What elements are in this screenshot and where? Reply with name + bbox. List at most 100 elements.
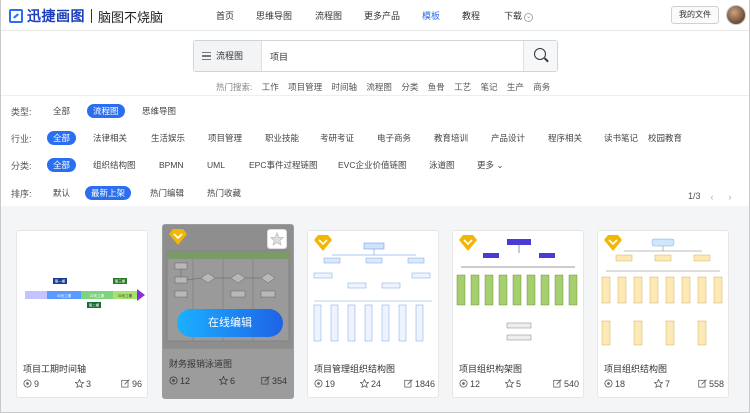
stars-count: 3 <box>86 379 92 389</box>
filter-option[interactable]: 教育培训 <box>428 131 474 145</box>
filter-option[interactable]: 考研考证 <box>314 131 360 145</box>
filter-option[interactable]: 电子商务 <box>371 131 417 145</box>
nav-flowchart[interactable]: 流程图 <box>315 9 342 22</box>
edits-count: 1846 <box>415 379 436 389</box>
filter-option[interactable]: 产品设计 <box>485 131 531 145</box>
template-card[interactable]: 第一期 40天工期 20天工期 第三期 30天工期 第二期 项目工期时间轴 9 … <box>16 230 148 398</box>
sort-option[interactable]: 热门收藏 <box>201 186 247 200</box>
filter-option[interactable]: 校园教育 <box>642 131 688 145</box>
stars-stat[interactable]: 5 <box>505 379 521 389</box>
stars-count: 7 <box>665 379 671 389</box>
views-count: 12 <box>470 379 481 389</box>
hot-keyword[interactable]: 项目管理 <box>288 82 322 92</box>
hot-keyword[interactable]: 商务 <box>533 82 550 92</box>
filter-option[interactable]: 程序相关 <box>542 131 588 145</box>
filter-option[interactable]: 生活娱乐 <box>145 131 191 145</box>
stars-count: 5 <box>516 379 522 389</box>
filter-option-selected[interactable]: 全部 <box>47 158 77 172</box>
nav-more-products[interactable]: 更多产品 <box>364 9 400 22</box>
filter-row-sort: 排序: 默认 最新上架 热门编辑 热门收藏 <box>1 182 749 204</box>
timeline-diagram: 第一期 40天工期 20天工期 第三期 30天工期 第二期 <box>25 278 145 308</box>
user-avatar[interactable] <box>726 5 746 25</box>
vip-badge-icon <box>604 235 622 251</box>
search-type-label: 流程图 <box>216 51 244 61</box>
edit-icon <box>121 379 130 388</box>
filter-option[interactable]: 泳道图 <box>423 158 461 172</box>
hot-keyword[interactable]: 鱼骨 <box>428 82 445 92</box>
views-stat: 12 <box>169 376 190 386</box>
vip-badge-icon <box>314 235 332 251</box>
hot-keyword[interactable]: 生产 <box>507 82 524 92</box>
filter-option[interactable]: 法律相关 <box>87 131 133 145</box>
search-type-select[interactable]: 流程图 <box>194 41 262 71</box>
nav-mindmap[interactable]: 思维导图 <box>256 9 292 22</box>
search-box: 流程图 <box>193 40 558 72</box>
pager-text: 1/3 <box>688 191 701 201</box>
template-card[interactable]: 项目组织构架图 12 5 540 <box>452 230 584 398</box>
star-icon <box>75 379 84 388</box>
filter-option[interactable]: 全部 <box>47 104 76 118</box>
nav-templates[interactable]: 模板 <box>422 9 440 22</box>
hot-keyword[interactable]: 工艺 <box>454 82 471 92</box>
stars-stat[interactable]: 7 <box>654 379 670 389</box>
template-card-hovered[interactable]: 在线编辑 财务报销泳道图 12 6 354 <box>162 224 294 399</box>
org-chart-thumbnail <box>453 231 583 351</box>
stars-stat[interactable]: 3 <box>75 379 91 389</box>
card-stats: 12 5 540 <box>453 379 583 391</box>
hot-keyword[interactable]: 笔记 <box>480 82 497 92</box>
filter-option[interactable]: UML <box>201 158 231 172</box>
sort-option[interactable]: 热门编辑 <box>144 186 190 200</box>
org-chart-thumbnail <box>598 231 728 351</box>
vip-badge-icon <box>169 229 187 245</box>
filter-option[interactable]: BPMN <box>153 158 190 172</box>
views-stat: 19 <box>314 379 335 389</box>
card-title: 项目管理组织结构图 <box>314 364 396 374</box>
nav-home[interactable]: 首页 <box>216 9 234 22</box>
filter-option[interactable]: 项目管理 <box>202 131 248 145</box>
edit-icon <box>404 379 413 388</box>
filter-option[interactable]: EPC事件过程链图 <box>243 158 323 172</box>
filter-option-selected[interactable]: 全部 <box>47 131 77 145</box>
filter-option[interactable]: 职业技能 <box>259 131 305 145</box>
timeline-thumbnail: 第一期 40天工期 20天工期 第三期 30天工期 第二期 <box>17 231 147 351</box>
eye-icon <box>314 379 323 388</box>
prev-page-button[interactable]: ‹ <box>706 191 718 203</box>
favorite-button[interactable] <box>267 229 287 249</box>
edits-count: 558 <box>709 379 725 389</box>
edits-count: 540 <box>564 379 580 389</box>
swimlane-thumbnail: 在线编辑 <box>163 225 293 349</box>
hot-keyword[interactable]: 流程图 <box>366 82 392 92</box>
stars-stat[interactable]: 24 <box>360 379 381 389</box>
edits-count: 96 <box>132 379 143 389</box>
org-chart-thumbnail <box>308 231 438 351</box>
filter-option[interactable]: 思维导图 <box>136 104 182 118</box>
filter-more[interactable]: 更多 ⌄ <box>471 158 510 172</box>
edit-online-button[interactable]: 在线编辑 <box>177 309 283 337</box>
sort-option-selected[interactable]: 最新上架 <box>85 186 132 200</box>
filter-more-label: 更多 <box>477 160 495 170</box>
hot-keyword[interactable]: 工作 <box>262 82 279 92</box>
hot-keyword[interactable]: 时间轴 <box>332 82 358 92</box>
hot-keyword[interactable]: 分类 <box>401 82 418 92</box>
search-input[interactable] <box>270 47 510 65</box>
nav-tutorials[interactable]: 教程 <box>462 9 480 22</box>
filter-option[interactable]: EVC企业价值链图 <box>332 158 412 172</box>
template-card[interactable]: 项目组织结构图 18 7 558 <box>597 230 729 398</box>
my-files-button[interactable]: 我的文件 <box>671 6 719 24</box>
stars-stat[interactable]: 6 <box>219 376 235 386</box>
star-icon <box>219 376 228 385</box>
edits-stat: 96 <box>121 379 142 389</box>
filter-option-selected[interactable]: 流程图 <box>87 104 125 118</box>
edits-stat: 540 <box>553 379 579 389</box>
nav-download[interactable]: 下载 ⌄ <box>504 9 534 22</box>
search-icon[interactable] <box>523 41 557 71</box>
eye-icon <box>23 379 32 388</box>
filter-option[interactable]: 读书笔记 <box>598 131 644 145</box>
filter-label: 分类: <box>11 161 32 171</box>
hot-searches-label: 热门搜索: <box>216 82 253 92</box>
next-page-button[interactable]: › <box>724 191 736 203</box>
star-icon <box>505 379 514 388</box>
filter-option[interactable]: 组织结构图 <box>87 158 142 172</box>
template-card[interactable]: 项目管理组织结构图 19 24 1846 <box>307 230 439 398</box>
sort-option[interactable]: 默认 <box>47 186 76 200</box>
